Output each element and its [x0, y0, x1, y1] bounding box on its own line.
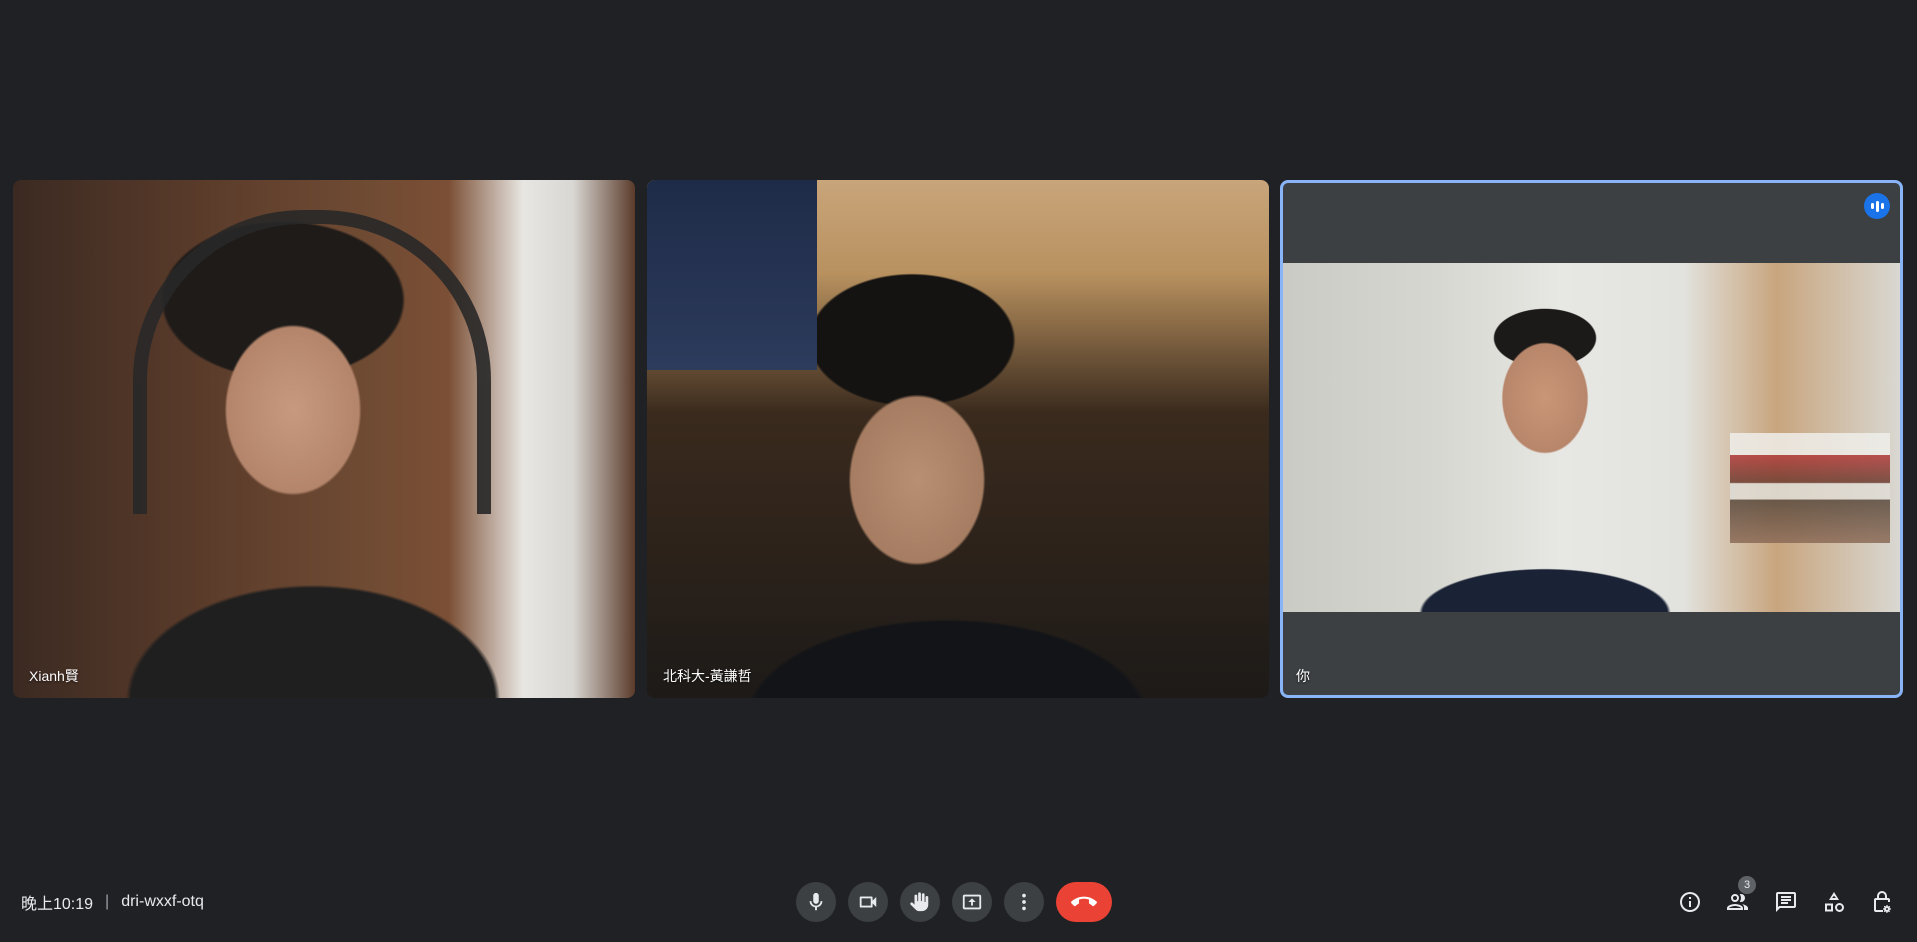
self-video	[1283, 263, 1900, 612]
chat-button[interactable]	[1769, 885, 1803, 919]
participant-video	[13, 180, 635, 698]
info-icon	[1680, 892, 1700, 912]
end-call-button[interactable]	[1056, 882, 1112, 922]
host-controls-icon	[1874, 891, 1891, 913]
present-button[interactable]	[952, 882, 992, 922]
participant-name: 你	[1296, 668, 1310, 684]
host-controls-button[interactable]	[1865, 885, 1899, 919]
end-call-icon	[1071, 896, 1097, 907]
raise-hand-icon	[910, 892, 929, 912]
participant-tile-2[interactable]: 北科大-黃謙哲	[647, 180, 1269, 698]
chat-icon	[1776, 892, 1796, 912]
present-screen-icon	[962, 894, 982, 910]
participant-name: Xianh賢	[29, 668, 79, 684]
microphone-icon	[809, 892, 823, 911]
raise-hand-button[interactable]	[900, 882, 940, 922]
camera-button[interactable]	[848, 882, 888, 922]
call-controls	[796, 876, 1112, 928]
meet-window: Xianh賢 北科大-黃謙哲 你 晚上10:19 | dri-wxxf-otq	[0, 0, 1917, 942]
more-options-button[interactable]	[1004, 882, 1044, 922]
participant-video	[647, 180, 1269, 698]
side-tools: 3	[1673, 876, 1899, 928]
bottom-toolbar: 晚上10:19 | dri-wxxf-otq 3	[0, 876, 1917, 928]
more-options-icon	[1022, 893, 1026, 911]
activities-icon	[1825, 892, 1844, 912]
participant-name: 北科大-黃謙哲	[663, 668, 752, 684]
participant-tile-1[interactable]: Xianh賢	[13, 180, 635, 698]
activities-button[interactable]	[1817, 885, 1851, 919]
participant-count-badge: 3	[1738, 876, 1756, 894]
mic-button[interactable]	[796, 882, 836, 922]
meeting-time: 晚上10:19	[21, 896, 94, 913]
meeting-code: dri-wxxf-otq	[121, 893, 204, 910]
camera-icon	[859, 896, 877, 908]
people-button[interactable]: 3	[1721, 876, 1756, 919]
self-view-tile[interactable]: 你	[1280, 180, 1903, 698]
speaking-indicator-icon	[1864, 193, 1890, 219]
meeting-details: 晚上10:19 | dri-wxxf-otq	[21, 876, 204, 928]
separator: |	[105, 893, 110, 910]
meeting-details-button[interactable]	[1673, 885, 1707, 919]
